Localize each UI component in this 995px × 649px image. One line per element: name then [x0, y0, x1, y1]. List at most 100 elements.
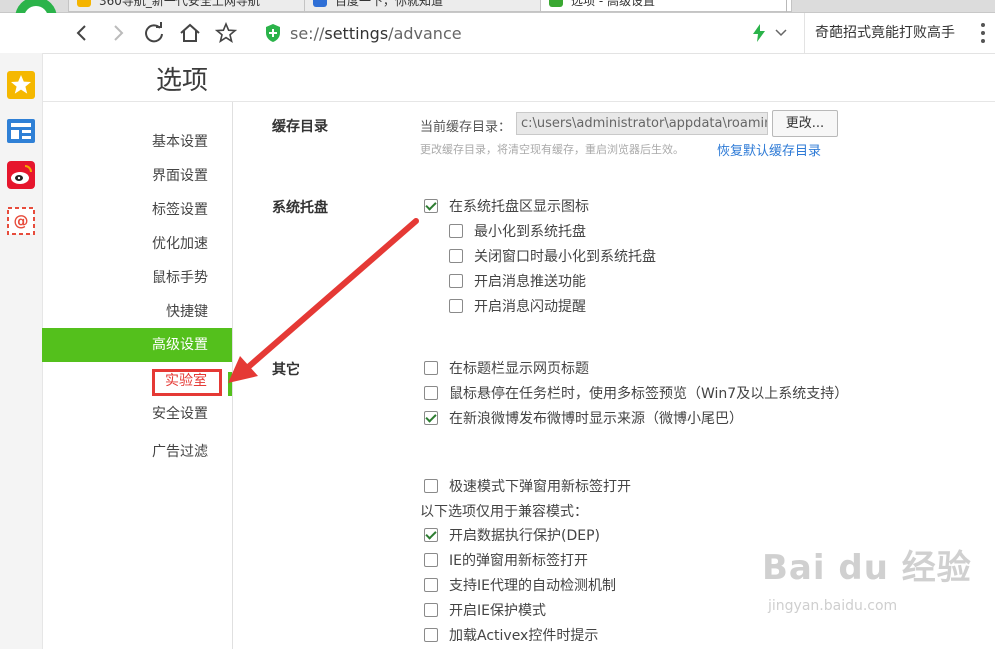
- tab-label: 360导航_新一代安全上网导航: [99, 0, 260, 8]
- watermark-sub: jingyan.baidu.com: [768, 598, 898, 614]
- tab-360-nav[interactable]: 360导航_新一代安全上网导航: [68, 0, 320, 12]
- option-label: 在系统托盘区显示图标: [449, 199, 589, 215]
- speed-mode-button[interactable]: [752, 24, 766, 46]
- checkbox[interactable]: [449, 274, 463, 288]
- option-label: 在新浪微博发布微博时显示来源（微博小尾巴）: [449, 411, 743, 427]
- tab-options-advanced[interactable]: 选项 - 高级设置: [540, 0, 792, 12]
- nav-item-tabs[interactable]: 标签设置: [152, 193, 208, 227]
- 360-favicon: [77, 0, 91, 7]
- tab-strip: 360导航_新一代安全上网导航 百度一下，你就知道 选项 - 高级设置: [0, 0, 995, 13]
- toolbar: se://settings/advance 奇葩招式竟能打败高手: [0, 13, 995, 54]
- user-account[interactable]: 奇葩招式竟能打败高手: [804, 13, 955, 53]
- page-title: 选项: [156, 66, 209, 96]
- option-label: 开启消息闪动提醒: [474, 299, 586, 315]
- option-taskbar-preview[interactable]: 鼠标悬停在任务栏时，使用多标签预览（Win7及以上系统支持）: [424, 383, 848, 403]
- nav-item-advanced[interactable]: 高级设置: [42, 328, 232, 362]
- section-title-cache: 缓存目录: [272, 119, 328, 135]
- change-cache-button[interactable]: 更改...: [772, 110, 838, 137]
- option-label: 极速模式下弹窗用新标签打开: [449, 479, 631, 495]
- option-label: 在标题栏显示网页标题: [449, 361, 589, 377]
- option-push-messages[interactable]: 开启消息推送功能: [449, 271, 586, 291]
- option-label: 开启IE保护模式: [449, 603, 546, 619]
- news-sidebar-button[interactable]: [7, 117, 35, 145]
- favorite-button[interactable]: [214, 21, 238, 45]
- checkbox[interactable]: [424, 553, 438, 567]
- forward-button[interactable]: [106, 21, 130, 45]
- tab-label: 百度一下，你就知道: [335, 0, 444, 8]
- checkbox[interactable]: [424, 411, 438, 425]
- nav-item-shortcuts[interactable]: 快捷键: [166, 295, 208, 329]
- news-icon: [7, 119, 35, 143]
- more-button[interactable]: [976, 21, 990, 49]
- restore-default-cache-link[interactable]: 恢复默认缓存目录: [717, 140, 821, 159]
- checkbox[interactable]: [424, 479, 438, 493]
- option-activex-prompt[interactable]: 加载Activex控件时提示: [424, 625, 598, 645]
- nav-item-optimize[interactable]: 优化加速: [152, 227, 208, 261]
- favorites-sidebar-button[interactable]: [7, 71, 35, 99]
- watermark: Bai du 经验 jingyan.baidu.com: [762, 540, 972, 614]
- checkbox[interactable]: [424, 199, 438, 213]
- section-title-tray: 系统托盘: [272, 200, 328, 216]
- tab-label: 选项 - 高级设置: [571, 0, 655, 8]
- checkbox[interactable]: [424, 628, 438, 642]
- lightning-icon: [753, 24, 765, 42]
- baidu-favicon: [313, 0, 327, 7]
- nav-item-mouse-gesture[interactable]: 鼠标手势: [152, 261, 208, 295]
- address-bar[interactable]: se://settings/advance: [258, 19, 738, 47]
- secure-shield-icon: [266, 24, 280, 42]
- compat-mode-label: 以下选项仅用于兼容模式：: [420, 504, 588, 520]
- email-icon: @: [7, 207, 35, 235]
- tab-divider: [786, 0, 787, 12]
- nav-item-adblock[interactable]: 广告过滤: [152, 435, 208, 469]
- nav-item-basic[interactable]: 基本设置: [152, 125, 208, 159]
- svg-text:@: @: [14, 212, 29, 230]
- mode-dropdown-button[interactable]: [774, 25, 788, 44]
- checkbox[interactable]: [449, 249, 463, 263]
- side-toolbar: @: [0, 53, 43, 649]
- back-button[interactable]: [70, 21, 94, 45]
- star-icon: [215, 22, 237, 43]
- url-path: settings: [324, 23, 389, 43]
- cache-path-field[interactable]: c:\users\administrator\appdata\roaming\3…: [516, 112, 768, 135]
- option-title-in-titlebar[interactable]: 在标题栏显示网页标题: [424, 358, 589, 378]
- option-label: 支持IE代理的自动检测机制: [449, 578, 616, 594]
- back-icon: [76, 25, 86, 41]
- option-label: 鼠标悬停在任务栏时，使用多标签预览（Win7及以上系统支持）: [449, 386, 849, 402]
- option-flash-alert[interactable]: 开启消息闪动提醒: [449, 296, 586, 316]
- reload-button[interactable]: [142, 21, 166, 45]
- checkbox[interactable]: [424, 578, 438, 592]
- checkbox[interactable]: [424, 361, 438, 375]
- option-minimize-to-tray[interactable]: 最小化到系统托盘: [449, 221, 586, 241]
- checkbox[interactable]: [424, 603, 438, 617]
- checkbox[interactable]: [449, 224, 463, 238]
- option-label: 加载Activex控件时提示: [449, 628, 599, 644]
- more-dots-icon: [981, 23, 985, 43]
- option-label: 开启消息推送功能: [474, 274, 586, 290]
- checkbox[interactable]: [449, 299, 463, 313]
- cache-path-label: 当前缓存目录：: [420, 120, 512, 135]
- nav-indicator: [228, 372, 232, 396]
- nav-item-security[interactable]: 安全设置: [152, 397, 208, 431]
- email-sidebar-button[interactable]: @: [7, 207, 35, 235]
- weibo-sidebar-button[interactable]: [7, 161, 35, 189]
- nav-item-interface[interactable]: 界面设置: [152, 159, 208, 193]
- reload-icon: [145, 22, 163, 43]
- option-fast-mode-popup-tab[interactable]: 极速模式下弹窗用新标签打开: [424, 476, 631, 496]
- option-ie-proxy-detect[interactable]: 支持IE代理的自动检测机制: [424, 575, 616, 595]
- checkbox[interactable]: [424, 386, 438, 400]
- option-label: 开启数据执行保护(DEP): [449, 528, 600, 544]
- option-ie-popup-tab[interactable]: IE的弹窗用新标签打开: [424, 550, 588, 570]
- option-close-to-tray[interactable]: 关闭窗口时最小化到系统托盘: [449, 246, 656, 266]
- option-ie-protected-mode[interactable]: 开启IE保护模式: [424, 600, 546, 620]
- favorites-star-icon: [7, 71, 35, 99]
- option-dep[interactable]: 开启数据执行保护(DEP): [424, 525, 600, 545]
- chevron-down-icon: [775, 29, 787, 37]
- option-weibo-source[interactable]: 在新浪微博发布微博时显示来源（微博小尾巴）: [424, 408, 743, 428]
- watermark-main: Bai du 经验: [762, 548, 972, 588]
- home-button[interactable]: [178, 21, 202, 45]
- weibo-icon: [7, 161, 35, 189]
- section-title-other: 其它: [272, 362, 300, 378]
- option-show-tray-icon[interactable]: 在系统托盘区显示图标: [424, 196, 589, 216]
- tab-baidu[interactable]: 百度一下，你就知道: [304, 0, 556, 12]
- checkbox[interactable]: [424, 528, 438, 542]
